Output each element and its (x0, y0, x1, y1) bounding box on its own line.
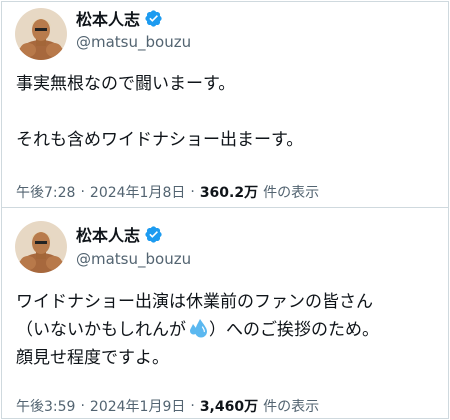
view-count[interactable]: 3,460万 (200, 396, 258, 416)
verified-badge-icon[interactable] (144, 225, 163, 244)
handle[interactable]: @matsu_bouzu (76, 33, 191, 51)
avatar-image (15, 8, 67, 60)
meta-separator: · (190, 398, 195, 414)
name-row: 松本人志 (76, 6, 163, 30)
tweet-text-line: ワイドナショー出演は休業前のファンの皆さん (16, 292, 373, 312)
tweet-text: 事実無根なので闘いまーす。 それも含めワイドナショー出まーす。 (16, 70, 440, 154)
tweet-1[interactable]: 松本人志 @matsu_bouzu 事実無根なので闘いまーす。 それも含めワイド… (2, 2, 448, 207)
tweet-2[interactable]: 松本人志 @matsu_bouzu ワイドナショー出演は休業前のファンの皆さん … (2, 208, 448, 420)
display-name[interactable]: 松本人志 (76, 6, 140, 30)
meta-separator: · (80, 184, 85, 200)
meta-separator: · (190, 184, 195, 200)
tweet-text-line: 事実無根なので闘いまーす。 (16, 74, 236, 94)
name-row: 松本人志 (76, 222, 163, 246)
avatar-image (15, 221, 67, 273)
avatar[interactable] (15, 221, 67, 273)
view-count-label: 件の表示 (263, 399, 320, 415)
avatar[interactable] (15, 8, 67, 60)
tweet-meta: 午後3:59 · 2024年1月9日 · 3,460万 件の表示 (16, 396, 319, 416)
timestamp-time[interactable]: 午後7:28 (16, 182, 75, 202)
view-count[interactable]: 360.2万 (200, 182, 258, 202)
tweet-text-fragment: （いないかもしれんが (16, 320, 186, 340)
timestamp-time[interactable]: 午後3:59 (16, 396, 75, 416)
tweet-text-line: 顔見せ程度ですよ。 (16, 348, 169, 368)
meta-separator: · (80, 398, 85, 414)
view-count-label: 件の表示 (263, 185, 320, 201)
verified-badge-icon[interactable] (144, 9, 163, 28)
tweet-text-line: （いないかもしれんが ）へのご挨拶のため。 (16, 316, 440, 344)
screenshot-frame: 松本人志 @matsu_bouzu 事実無根なので闘いまーす。 それも含めワイド… (1, 1, 449, 419)
timestamp-date[interactable]: 2024年1月9日 (90, 396, 185, 416)
sweat-droplets-icon (190, 319, 207, 338)
tweet-text-line: それも含めワイドナショー出まーす。 (16, 130, 304, 150)
handle[interactable]: @matsu_bouzu (76, 250, 191, 268)
tweet-text: ワイドナショー出演は休業前のファンの皆さん （いないかもしれんが ）へのご挨拶の… (16, 288, 440, 372)
tweet-text-fragment: ）へのご挨拶のため。 (209, 320, 379, 340)
timestamp-date[interactable]: 2024年1月8日 (90, 182, 185, 202)
display-name[interactable]: 松本人志 (76, 222, 140, 246)
tweet-meta: 午後7:28 · 2024年1月8日 · 360.2万 件の表示 (16, 182, 319, 202)
